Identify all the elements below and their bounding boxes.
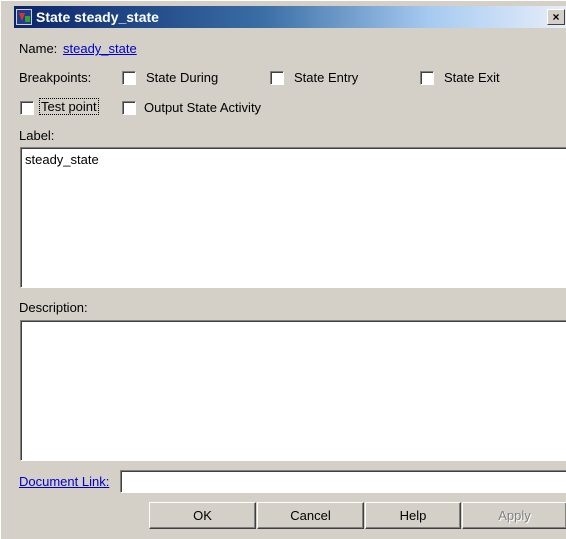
close-button[interactable]: × <box>547 9 565 25</box>
state-exit-checkbox[interactable] <box>420 71 434 85</box>
name-link[interactable]: steady_state <box>63 41 137 56</box>
state-entry-label: State Entry <box>294 70 359 85</box>
stateflow-app-icon <box>16 9 32 25</box>
state-during-checkbox[interactable] <box>122 71 136 85</box>
document-link-input[interactable] <box>120 470 566 493</box>
test-point-checkbox[interactable] <box>20 101 34 115</box>
apply-button[interactable]: Apply <box>462 502 566 529</box>
cancel-button[interactable]: Cancel <box>257 502 364 529</box>
output-state-activity-checkbox[interactable] <box>122 101 136 115</box>
state-entry-checkbox[interactable] <box>270 71 284 85</box>
state-during-label: State During <box>146 70 219 85</box>
breakpoints-label: Breakpoints: <box>19 70 92 85</box>
name-label: Name: <box>19 41 58 56</box>
ok-button[interactable]: OK <box>149 502 256 529</box>
label-caption: Label: <box>19 128 55 143</box>
dialog-window: State steady_state × Name: steady_state … <box>0 0 566 539</box>
output-state-activity-label: Output State Activity <box>144 100 262 115</box>
description-caption: Description: <box>19 300 88 315</box>
label-text: steady_state <box>25 152 99 167</box>
state-exit-label: State Exit <box>444 70 500 85</box>
label-textarea[interactable]: steady_state <box>20 147 566 288</box>
test-point-focus: Test point <box>39 98 99 115</box>
description-textarea[interactable] <box>20 320 566 461</box>
document-link-caption[interactable]: Document Link: <box>19 474 109 489</box>
window-title: State steady_state <box>36 9 159 25</box>
title-bar[interactable]: State steady_state × <box>14 6 566 28</box>
help-button[interactable]: Help <box>365 502 461 529</box>
close-icon: × <box>552 10 560 24</box>
test-point-label: Test point <box>41 99 97 114</box>
